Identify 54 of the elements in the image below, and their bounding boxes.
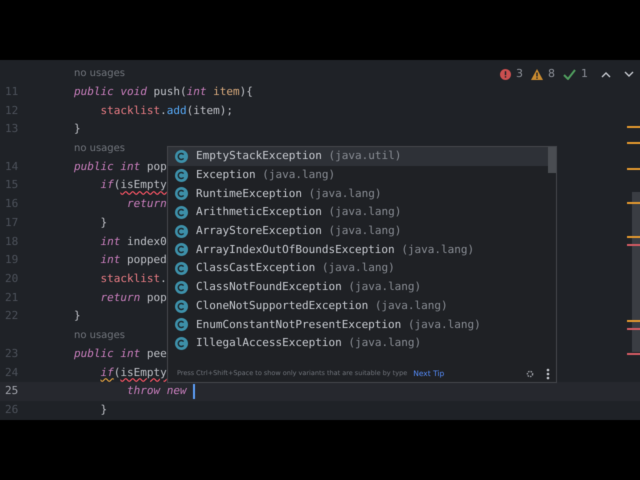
completion-item[interactable]: CloneNotSupportedException (java.lang) bbox=[168, 296, 556, 316]
class-icon bbox=[175, 262, 188, 276]
completion-item[interactable]: ArrayIndexOutOfBoundsException (java.lang) bbox=[168, 240, 556, 260]
usage-hint: no usages bbox=[74, 66, 126, 81]
check-icon bbox=[563, 68, 576, 80]
class-icon bbox=[175, 206, 188, 220]
class-icon bbox=[175, 318, 188, 332]
completion-item[interactable]: EnumConstantNotPresentException (java.lang) bbox=[168, 315, 556, 334]
gear-icon[interactable] bbox=[526, 370, 534, 378]
completion-item[interactable]: IllegalAccessException (java.lang) bbox=[168, 334, 556, 353]
error-count: 3 bbox=[516, 66, 523, 82]
code-line: public int pee bbox=[74, 346, 167, 362]
code-line: } bbox=[100, 214, 108, 231]
code-line: throw new bbox=[126, 383, 188, 400]
chevron-up-icon[interactable] bbox=[601, 70, 611, 78]
completion-item[interactable]: Exception (java.lang) bbox=[168, 166, 556, 184]
code-line: return bbox=[126, 196, 167, 212]
warning-count: 8 bbox=[548, 66, 555, 82]
code-line: return pop bbox=[100, 290, 167, 306]
check-count: 1 bbox=[581, 66, 588, 82]
code-line: public int pop bbox=[74, 158, 167, 175]
completion-item[interactable]: ArrayStoreException (java.lang) bbox=[168, 222, 556, 241]
code-line: int index0 bbox=[100, 234, 167, 250]
usage-hint: no usages bbox=[74, 328, 126, 343]
code-line: if(isEmpty bbox=[100, 364, 167, 381]
code-line: int popped bbox=[100, 252, 167, 268]
class-icon bbox=[175, 243, 188, 256]
code-line: } bbox=[100, 402, 108, 418]
code-line: } bbox=[74, 308, 81, 324]
code-line: } bbox=[74, 121, 81, 138]
chevron-down-icon[interactable] bbox=[624, 70, 634, 78]
text-caret bbox=[193, 384, 196, 400]
usage-hint: no usages bbox=[74, 142, 126, 156]
popup-scrollbar[interactable] bbox=[548, 147, 556, 173]
class-icon bbox=[175, 168, 188, 182]
more-icon[interactable] bbox=[546, 368, 550, 380]
class-icon bbox=[175, 150, 188, 163]
completion-item[interactable]: RuntimeException (java.lang) bbox=[168, 184, 556, 204]
error-icon bbox=[500, 68, 511, 80]
class-icon bbox=[175, 337, 188, 350]
code-line: if(isEmpty bbox=[100, 177, 167, 194]
completion-item[interactable]: ClassCastException (java.lang) bbox=[168, 259, 556, 278]
class-icon bbox=[175, 187, 188, 200]
warning-icon bbox=[531, 68, 543, 80]
line-number: 25 bbox=[4, 383, 20, 400]
code-line: stacklist.add(item); bbox=[100, 102, 233, 119]
completion-item[interactable]: ArithmeticException (java.lang) bbox=[168, 203, 556, 222]
code-editor[interactable] bbox=[0, 60, 640, 420]
class-icon bbox=[175, 224, 188, 238]
class-icon bbox=[175, 280, 188, 294]
class-icon bbox=[175, 300, 188, 313]
code-line: public void push(int item){ bbox=[74, 84, 253, 100]
completion-item[interactable]: ClassNotFoundException (java.lang) bbox=[168, 278, 556, 297]
code-line: stacklist. bbox=[100, 271, 167, 288]
